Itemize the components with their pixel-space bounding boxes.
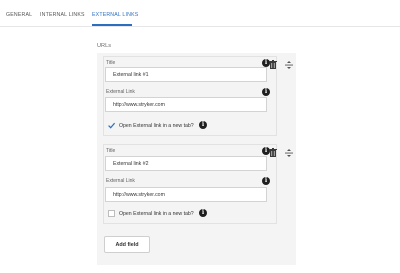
external-link-input-2[interactable]: http://www.stryker.com: [105, 187, 267, 202]
external-link-label-1: External Link: [106, 89, 135, 95]
info-icon[interactable]: i: [199, 121, 207, 129]
open-new-tab-label-2: Open External link in a new tab?: [119, 211, 194, 217]
trash-icon[interactable]: [269, 60, 277, 69]
tab-general[interactable]: GENERAL: [6, 12, 32, 18]
tab-bar: GENERAL INTERNAL LINKS EXTERNAL LINKS: [0, 0, 400, 27]
tab-internal-links[interactable]: INTERNAL LINKS: [40, 12, 85, 18]
reorder-icon[interactable]: [285, 61, 293, 69]
open-new-tab-checkbox-2[interactable]: [108, 210, 115, 217]
urls-section-label: URLs: [97, 43, 111, 49]
external-link-input-1[interactable]: http://www.stryker.com: [105, 97, 267, 112]
info-icon[interactable]: i: [199, 209, 207, 217]
title-input-1[interactable]: External link #1: [105, 67, 267, 82]
info-icon[interactable]: i: [262, 177, 270, 185]
external-link-label-2: External Link: [106, 178, 135, 184]
trash-icon[interactable]: [269, 148, 277, 157]
title-label-1: Title: [106, 60, 116, 66]
active-tab-indicator: [92, 24, 132, 26]
open-new-tab-checkbox-1[interactable]: [108, 122, 115, 129]
open-new-tab-label-1: Open External link in a new tab?: [119, 123, 194, 129]
tab-external-links[interactable]: EXTERNAL LINKS: [92, 12, 138, 18]
reorder-icon[interactable]: [285, 149, 293, 157]
info-icon[interactable]: i: [262, 88, 270, 96]
title-input-2[interactable]: External link #2: [105, 156, 267, 171]
title-label-2: Title: [106, 148, 116, 154]
add-field-button[interactable]: Add field: [104, 236, 150, 253]
